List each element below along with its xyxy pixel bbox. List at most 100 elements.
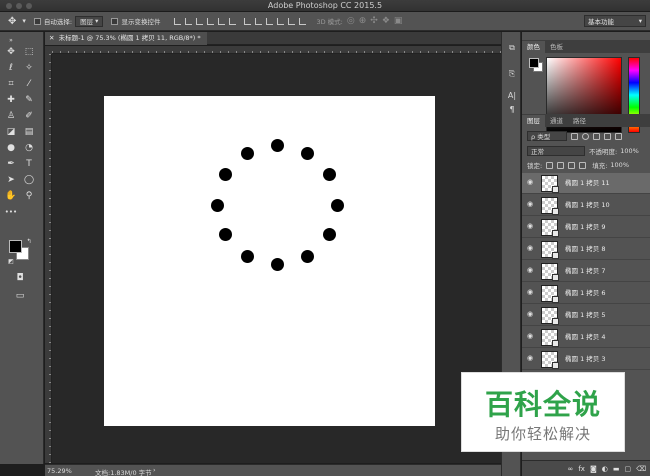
- filter-smart-object-icon[interactable]: [615, 132, 622, 140]
- workspace-switcher[interactable]: 基本功能 ▾: [584, 15, 646, 27]
- add-mask-icon[interactable]: ◙: [590, 465, 597, 473]
- new-layer-icon[interactable]: ▢: [624, 465, 631, 473]
- history-panel-icon[interactable]: ⧉: [506, 42, 518, 54]
- screen-mode-icon[interactable]: ▭: [13, 290, 27, 303]
- align-left-icon[interactable]: [207, 17, 215, 25]
- distribute-bottom-icon[interactable]: [266, 17, 274, 25]
- foreground-color-swatch[interactable]: [529, 58, 539, 68]
- eye-icon[interactable]: ◉: [527, 355, 535, 362]
- filter-adjustment-icon[interactable]: [582, 132, 589, 140]
- tab-channels[interactable]: 通道: [545, 115, 568, 127]
- pen-tool-icon[interactable]: ✒: [4, 158, 18, 171]
- show-transform-toggle[interactable]: 显示变换控件: [111, 12, 160, 31]
- adjustment-layer-icon[interactable]: ◐: [602, 465, 608, 473]
- distribute-top-icon[interactable]: [244, 17, 252, 25]
- ellipse-shape[interactable]: [323, 168, 336, 181]
- marquee-tool-icon[interactable]: ⬚: [22, 46, 36, 59]
- lock-image-icon[interactable]: [557, 161, 565, 169]
- magic-wand-tool-icon[interactable]: ✧: [22, 62, 36, 75]
- chevron-down-icon[interactable]: ▾: [22, 12, 26, 31]
- eye-icon[interactable]: ◉: [527, 311, 535, 318]
- auto-select-toggle[interactable]: 自动选择: 图层 ▾: [33, 12, 104, 31]
- document-info[interactable]: 文档:1.83M/0 字节: [95, 467, 152, 476]
- eye-icon[interactable]: ◉: [527, 289, 535, 296]
- align-top-icon[interactable]: [174, 17, 182, 25]
- layer-row[interactable]: ◉ 椭圆 1 拷贝 3: [522, 349, 650, 370]
- filter-type-icon[interactable]: [593, 132, 600, 140]
- zoom-level[interactable]: 75.29%: [47, 467, 72, 475]
- ellipse-shape[interactable]: [323, 228, 336, 241]
- eye-icon[interactable]: ◉: [527, 245, 535, 252]
- close-icon[interactable]: ✕: [49, 34, 54, 42]
- shape-tool-icon[interactable]: ◯: [22, 174, 36, 187]
- character-panel-icon[interactable]: A|: [506, 90, 518, 102]
- layer-filter-dropdown[interactable]: ρ 类型: [527, 131, 567, 141]
- layer-row[interactable]: ◉ 椭圆 1 拷贝 7: [522, 261, 650, 282]
- default-colors-icon[interactable]: ◩: [4, 255, 18, 268]
- eyedropper-tool-icon[interactable]: ⁄: [22, 78, 36, 91]
- zoom-tool-icon[interactable]: ⚲: [22, 190, 36, 203]
- more-tools-icon[interactable]: •••: [4, 206, 18, 219]
- lasso-tool-icon[interactable]: ℓ: [4, 62, 18, 75]
- filter-pixel-icon[interactable]: [571, 132, 578, 140]
- align-bottom-icon[interactable]: [196, 17, 204, 25]
- distribute-hcenter-icon[interactable]: [288, 17, 296, 25]
- vertical-ruler[interactable]: [45, 54, 52, 463]
- layer-row[interactable]: ◉ 椭圆 1 拷贝 5: [522, 305, 650, 326]
- hand-tool-icon[interactable]: ✋: [4, 190, 18, 203]
- fill-input[interactable]: 100%: [610, 161, 629, 169]
- crop-tool-icon[interactable]: ⌗: [4, 78, 18, 91]
- align-right-icon[interactable]: [229, 17, 237, 25]
- type-tool-icon[interactable]: T: [22, 158, 36, 171]
- tab-paths[interactable]: 路径: [568, 115, 591, 127]
- move-tool-icon[interactable]: ✥: [4, 46, 18, 59]
- chevron-right-icon[interactable]: ›: [153, 466, 156, 474]
- lock-position-icon[interactable]: [568, 161, 576, 169]
- eye-icon[interactable]: ◉: [527, 201, 535, 208]
- layer-row[interactable]: ◉ 椭圆 1 拷贝 4: [522, 327, 650, 348]
- lock-transparent-icon[interactable]: [546, 161, 554, 169]
- tab-layers[interactable]: 图层: [522, 115, 545, 127]
- horizontal-ruler[interactable]: [52, 46, 501, 54]
- layer-row[interactable]: ◉ 椭圆 1 拷贝 10: [522, 195, 650, 216]
- auto-select-checkbox[interactable]: [33, 17, 41, 25]
- new-group-icon[interactable]: ▬: [613, 465, 620, 473]
- 3d-orbit-icon[interactable]: ◎: [347, 12, 355, 31]
- layer-row[interactable]: ◉ 椭圆 1 拷贝 6: [522, 283, 650, 304]
- brush-tool-icon[interactable]: ✎: [22, 94, 36, 107]
- ellipse-shape[interactable]: [211, 199, 224, 212]
- ellipse-shape[interactable]: [219, 168, 232, 181]
- 3d-roll-icon[interactable]: ⊕: [359, 12, 367, 31]
- tab-color[interactable]: 颜色: [522, 41, 545, 53]
- ellipse-shape[interactable]: [241, 147, 254, 160]
- healing-brush-tool-icon[interactable]: ✚: [4, 94, 18, 107]
- align-hcenter-icon[interactable]: [218, 17, 226, 25]
- quick-mask-icon[interactable]: ◘: [13, 272, 27, 285]
- trash-icon[interactable]: ⌫: [636, 465, 646, 473]
- ruler-origin[interactable]: [45, 46, 52, 54]
- ellipse-shape[interactable]: [271, 258, 284, 271]
- move-tool-icon[interactable]: ✥: [8, 12, 16, 31]
- path-selection-tool-icon[interactable]: ➤: [4, 174, 18, 187]
- layer-row[interactable]: ◉ 椭圆 1 拷贝 11: [522, 173, 650, 194]
- paragraph-panel-icon[interactable]: ¶: [506, 104, 518, 116]
- blur-tool-icon[interactable]: ●: [4, 142, 18, 155]
- distribute-vcenter-icon[interactable]: [255, 17, 263, 25]
- ellipse-shape[interactable]: [241, 250, 254, 263]
- show-transform-checkbox[interactable]: [111, 17, 119, 25]
- opacity-input[interactable]: 100%: [620, 147, 639, 155]
- layer-row[interactable]: ◉ 椭圆 1 拷贝 8: [522, 239, 650, 260]
- ellipse-shape[interactable]: [301, 250, 314, 263]
- ellipse-shape[interactable]: [219, 228, 232, 241]
- document-tab[interactable]: ✕ 未标题-1 @ 75.3% (椭圆 1 拷贝 11, RGB/8*) *: [45, 32, 207, 45]
- 3d-pan-icon[interactable]: ✣: [370, 12, 378, 31]
- filter-shape-icon[interactable]: [604, 132, 611, 140]
- auto-select-dropdown[interactable]: 图层 ▾: [75, 15, 104, 27]
- eye-icon[interactable]: ◉: [527, 179, 535, 186]
- fx-icon[interactable]: fx: [578, 465, 585, 473]
- dodge-tool-icon[interactable]: ◔: [22, 142, 36, 155]
- gradient-tool-icon[interactable]: ▤: [22, 126, 36, 139]
- blend-mode-dropdown[interactable]: 正常: [527, 146, 585, 156]
- ellipse-shape[interactable]: [271, 139, 284, 152]
- tab-swatches[interactable]: 色板: [545, 41, 568, 53]
